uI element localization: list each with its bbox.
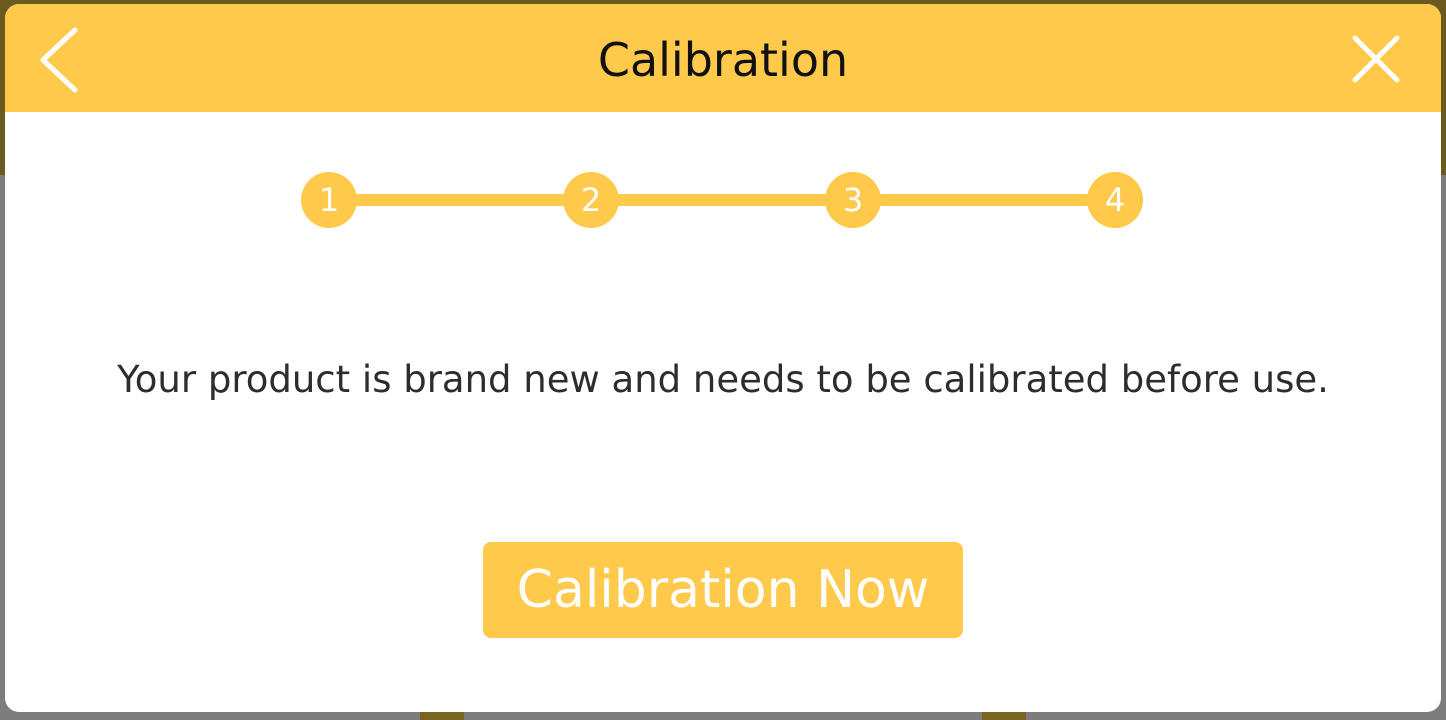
dialog-title: Calibration [597, 33, 849, 87]
calibration-dialog: Calibration 1 2 3 4 Your product is bran… [5, 4, 1441, 712]
calibration-now-button[interactable]: Calibration Now [483, 542, 963, 638]
step-indicator: 1 2 3 4 [301, 170, 1143, 230]
step-4: 4 [1087, 172, 1143, 228]
calibration-message: Your product is brand new and needs to b… [117, 358, 1329, 401]
step-2: 2 [563, 172, 619, 228]
close-button[interactable] [1343, 28, 1407, 92]
step-connector [329, 194, 1115, 206]
step-3: 3 [825, 172, 881, 228]
step-1: 1 [301, 172, 357, 228]
close-icon [1352, 35, 1400, 83]
dialog-header: Calibration [5, 4, 1441, 112]
